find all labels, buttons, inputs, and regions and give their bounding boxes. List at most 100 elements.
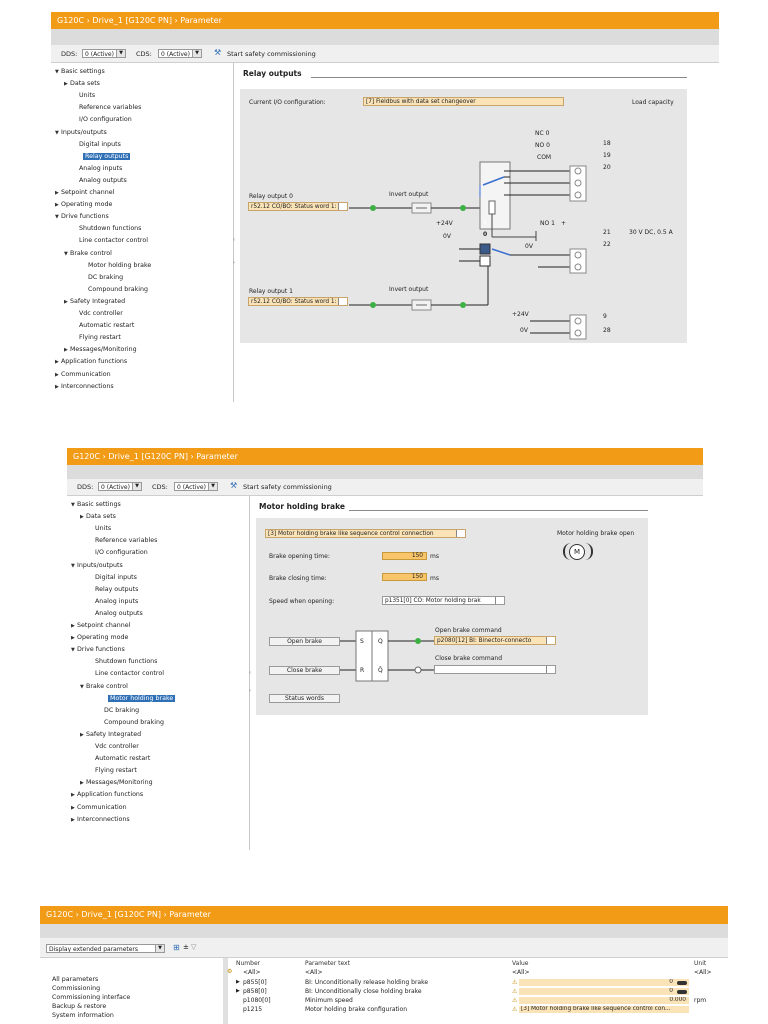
breadcrumb-parameter[interactable]: Parameter [169, 910, 211, 919]
splitter-handle-icon[interactable]: ‹ [249, 670, 252, 676]
nav-item[interactable]: ▼ Brake control [64, 250, 112, 257]
nav-item[interactable]: ▶ Interconnections [71, 816, 130, 823]
nav-item[interactable]: ▶ Communication [55, 371, 111, 378]
nav-item[interactable]: Reference variables [73, 104, 141, 111]
filter-number[interactable]: <All> [243, 969, 261, 976]
open-brake-button[interactable]: Open brake [269, 637, 340, 646]
breadcrumb-drive[interactable]: Drive_1 [G120C PN] [108, 452, 188, 461]
breadcrumb-drive[interactable]: Drive_1 [G120C PN] [92, 16, 172, 25]
nav-item[interactable]: Analog outputs [73, 177, 127, 184]
nav-item[interactable]: Compound braking [98, 719, 164, 726]
breadcrumb-device[interactable]: G120C [57, 16, 84, 25]
nav-item[interactable]: Digital inputs [73, 141, 121, 148]
nav-item[interactable]: Motor holding brake [98, 694, 176, 702]
expand-right-icon[interactable]: ▶ [236, 988, 240, 994]
cds-select[interactable]: 0 (Active) ▼ [158, 49, 202, 58]
col-value[interactable]: Value [512, 960, 528, 967]
col-unit[interactable]: Unit [694, 960, 706, 967]
nav-item[interactable]: ▶ Safety Integrated [80, 731, 141, 738]
nav-item[interactable]: ▶ Messages/Monitoring [80, 779, 153, 786]
nav-item[interactable]: Motor holding brake [82, 262, 151, 269]
open-cmd-field[interactable]: p2080[12] BI: Binector-connecto [434, 636, 556, 645]
status-words-button[interactable]: Status words [269, 694, 340, 703]
nav-item[interactable]: Analog inputs [89, 598, 138, 605]
param-value-cell[interactable]: [3] Motor holding brake like sequence co… [519, 1006, 689, 1013]
close-brake-button[interactable]: Close brake [269, 666, 340, 675]
breadcrumb-parameter[interactable]: Parameter [180, 16, 222, 25]
nav-item[interactable]: ▶ Communication [71, 804, 127, 811]
splitter-handle-icon[interactable]: › [249, 688, 252, 694]
nav-item[interactable]: Line contactor control [73, 237, 148, 244]
relay-output-1-source[interactable]: r52.12 CO/BO: Status word 1: f [248, 297, 348, 306]
nav-item[interactable]: ▶ Safety Integrated [64, 298, 125, 305]
start-safety-commissioning-button[interactable]: Start safety commissioning [227, 50, 316, 58]
nav-item[interactable]: Analog outputs [89, 610, 143, 617]
close-cmd-field[interactable] [434, 665, 556, 674]
display-mode-select[interactable]: Display extended parameters ▼ [46, 944, 165, 953]
nav-item[interactable]: I/O configuration [73, 116, 132, 123]
nav-item[interactable]: Shutdown functions [73, 225, 141, 232]
start-safety-commissioning-button[interactable]: Start safety commissioning [243, 483, 332, 491]
nav-item[interactable]: ▼ Basic settings [71, 501, 121, 508]
nav-commissioning[interactable]: Commissioning [52, 985, 100, 992]
nav-all-parameters[interactable]: All parameters [52, 976, 98, 983]
param-value-cell[interactable]: 0.000 [519, 997, 689, 1004]
nav-item[interactable]: ▶ Application functions [55, 358, 127, 365]
browse-icon[interactable] [338, 203, 347, 210]
breadcrumb-parameter[interactable]: Parameter [196, 452, 238, 461]
expand-right-icon[interactable]: ▶ [236, 979, 240, 985]
nav-item[interactable]: ▶ Operating mode [71, 634, 128, 641]
nav-item[interactable]: Analog inputs [73, 165, 122, 172]
nav-item[interactable]: ▶ Setpoint channel [71, 622, 130, 629]
breadcrumb-drive[interactable]: Drive_1 [G120C PN] [81, 910, 161, 919]
nav-item[interactable]: Line contactor control [89, 670, 164, 677]
nav-item[interactable]: ▼ Drive functions [71, 646, 125, 653]
group-view-icon[interactable]: ⊞ [173, 943, 180, 952]
binector-connector-icon[interactable] [677, 989, 687, 994]
nav-item[interactable]: ▶ Interconnections [55, 383, 114, 390]
safety-icon[interactable]: ⚒ [230, 481, 237, 490]
nav-item[interactable]: Flying restart [89, 767, 137, 774]
filter-value[interactable]: <All> [512, 969, 530, 976]
filter-text[interactable]: <All> [305, 969, 323, 976]
breadcrumb-device[interactable]: G120C [73, 452, 100, 461]
safety-icon[interactable]: ⚒ [214, 48, 221, 57]
nav-item[interactable]: Shutdown functions [89, 658, 157, 665]
browse-icon[interactable] [338, 298, 347, 305]
filter-icon[interactable]: ▽ [191, 943, 196, 951]
filter-row-icon[interactable]: ⚙ [227, 968, 232, 975]
nav-item[interactable]: Reference variables [89, 537, 157, 544]
nav-system-information[interactable]: System information [52, 1012, 114, 1019]
nav-item[interactable]: Digital inputs [89, 574, 137, 581]
nav-item[interactable]: Units [89, 525, 111, 532]
nav-item[interactable]: Relay outputs [73, 152, 131, 160]
nav-item[interactable]: Relay outputs [89, 586, 138, 593]
nav-item[interactable]: Vdc controller [89, 743, 139, 750]
param-value-cell[interactable]: 0 [519, 988, 689, 995]
nav-item[interactable]: Automatic restart [89, 755, 150, 762]
cds-select[interactable]: 0 (Active) ▼ [174, 482, 218, 491]
nav-item[interactable]: ▶ Data sets [80, 513, 116, 520]
nav-item[interactable]: ▶ Operating mode [55, 201, 112, 208]
nav-item[interactable]: Automatic restart [73, 322, 134, 329]
nav-item[interactable]: ▼ Basic settings [55, 68, 105, 75]
nav-commissioning-interface[interactable]: Commissioning interface [52, 994, 130, 1001]
binector-connector-icon[interactable] [677, 980, 687, 985]
browse-icon[interactable] [546, 666, 555, 673]
splitter-handle-icon[interactable]: › [233, 260, 236, 266]
nav-item[interactable]: ▶ Application functions [71, 791, 143, 798]
nav-item[interactable]: DC braking [98, 707, 139, 714]
nav-item[interactable]: ▶ Messages/Monitoring [64, 346, 137, 353]
sort-icon[interactable]: ± [183, 943, 189, 951]
nav-item[interactable]: ▶ Setpoint channel [55, 189, 114, 196]
nav-item[interactable]: Vdc controller [73, 310, 123, 317]
nav-item[interactable]: Flying restart [73, 334, 121, 341]
param-value-cell[interactable]: 0 [519, 979, 689, 986]
nav-item[interactable]: ▼ Drive functions [55, 213, 109, 220]
filter-unit[interactable]: <All> [694, 969, 712, 976]
nav-item[interactable]: ▼ Inputs/outputs [71, 562, 123, 569]
nav-item[interactable]: Compound braking [82, 286, 148, 293]
browse-icon[interactable] [546, 637, 555, 644]
nav-item[interactable]: ▼ Inputs/outputs [55, 129, 107, 136]
col-number[interactable]: Number [236, 960, 260, 967]
